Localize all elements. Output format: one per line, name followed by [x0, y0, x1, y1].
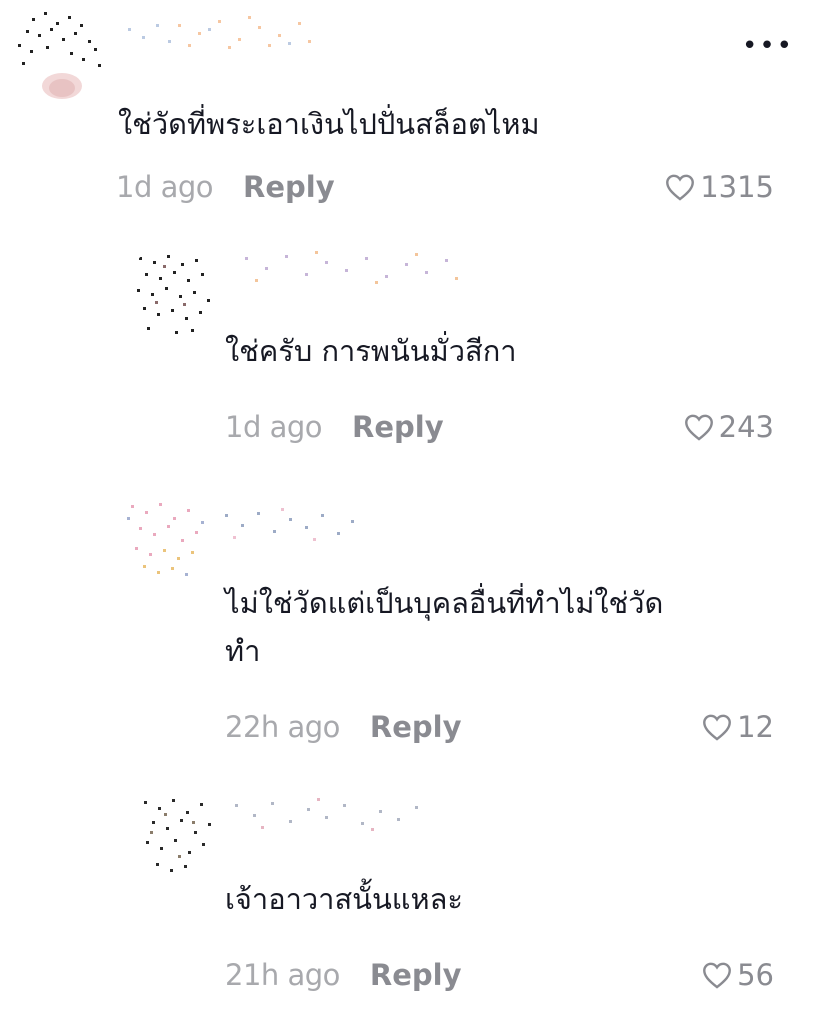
reply-comment-item: เจ้าอาวาสนั้นแหละ 21h ago Reply 56	[0, 775, 820, 1035]
avatar[interactable]	[115, 487, 220, 592]
comment-meta: 22h ago Reply	[225, 710, 462, 744]
comment-text: เจ้าอาวาสนั้นแหละ	[225, 882, 463, 916]
comment-meta: 1d ago Reply	[116, 170, 335, 204]
blurred-username-image	[245, 251, 458, 284]
comment-text: ใช่วัดที่พระเอาเงินไปปั่นสล็อตไหม	[118, 107, 540, 141]
heart-icon	[684, 414, 713, 441]
blurred-avatar-image	[115, 487, 220, 592]
comment-time: 22h ago	[225, 710, 340, 744]
avatar[interactable]	[10, 4, 110, 104]
username-blurred[interactable]	[225, 790, 435, 836]
heart-icon	[703, 962, 732, 989]
comment-meta: 21h ago Reply	[225, 958, 462, 992]
like-button[interactable]: 1315	[664, 170, 774, 204]
blurred-username-image	[225, 508, 354, 541]
avatar[interactable]	[125, 243, 225, 343]
heart-icon	[666, 174, 695, 201]
comment-time: 21h ago	[225, 958, 340, 992]
like-count: 12	[737, 710, 774, 744]
reply-button[interactable]: Reply	[243, 170, 335, 204]
blurred-avatar-image	[125, 243, 225, 343]
reply-button[interactable]: Reply	[370, 958, 462, 992]
like-count: 56	[737, 958, 774, 992]
like-count: 243	[718, 410, 774, 444]
reply-comment-item: ใช่ครับ การพนันมั่วสีกา 1d ago Reply 243	[0, 235, 820, 460]
like-count: 1315	[700, 170, 774, 204]
reply-button[interactable]: Reply	[352, 410, 444, 444]
blurred-avatar-image	[130, 785, 230, 885]
avatar[interactable]	[130, 785, 230, 885]
heart-icon	[703, 714, 732, 741]
more-options-icon[interactable]: •••	[742, 33, 794, 59]
comment-item: ••• ใช่วัดที่พระเอาเงินไปปั่นสล็อตไหม 1d…	[0, 0, 820, 215]
blurred-username-image	[235, 798, 418, 831]
reply-button[interactable]: Reply	[370, 710, 462, 744]
comment-text: ใช่ครับ การพนันมั่วสีกา	[225, 334, 517, 368]
username-blurred[interactable]	[118, 10, 333, 56]
reply-comment-item: ไม่ใช่วัดแต่เป็นบุคลอื่นที่ทำไม่ใช่วัด ท…	[0, 475, 820, 765]
blurred-avatar-image	[10, 4, 110, 104]
comment-time: 1d ago	[225, 410, 323, 444]
username-blurred[interactable]	[225, 243, 470, 289]
comment-meta: 1d ago Reply	[225, 410, 444, 444]
like-button[interactable]: 56	[701, 958, 774, 992]
blurred-username-image	[128, 16, 311, 49]
comment-time: 1d ago	[116, 170, 214, 204]
like-button[interactable]: 12	[701, 710, 774, 744]
like-button[interactable]: 243	[683, 410, 774, 444]
username-blurred[interactable]	[215, 500, 365, 546]
comment-text: ไม่ใช่วัดแต่เป็นบุคลอื่นที่ทำไม่ใช่วัด ท…	[225, 586, 664, 668]
